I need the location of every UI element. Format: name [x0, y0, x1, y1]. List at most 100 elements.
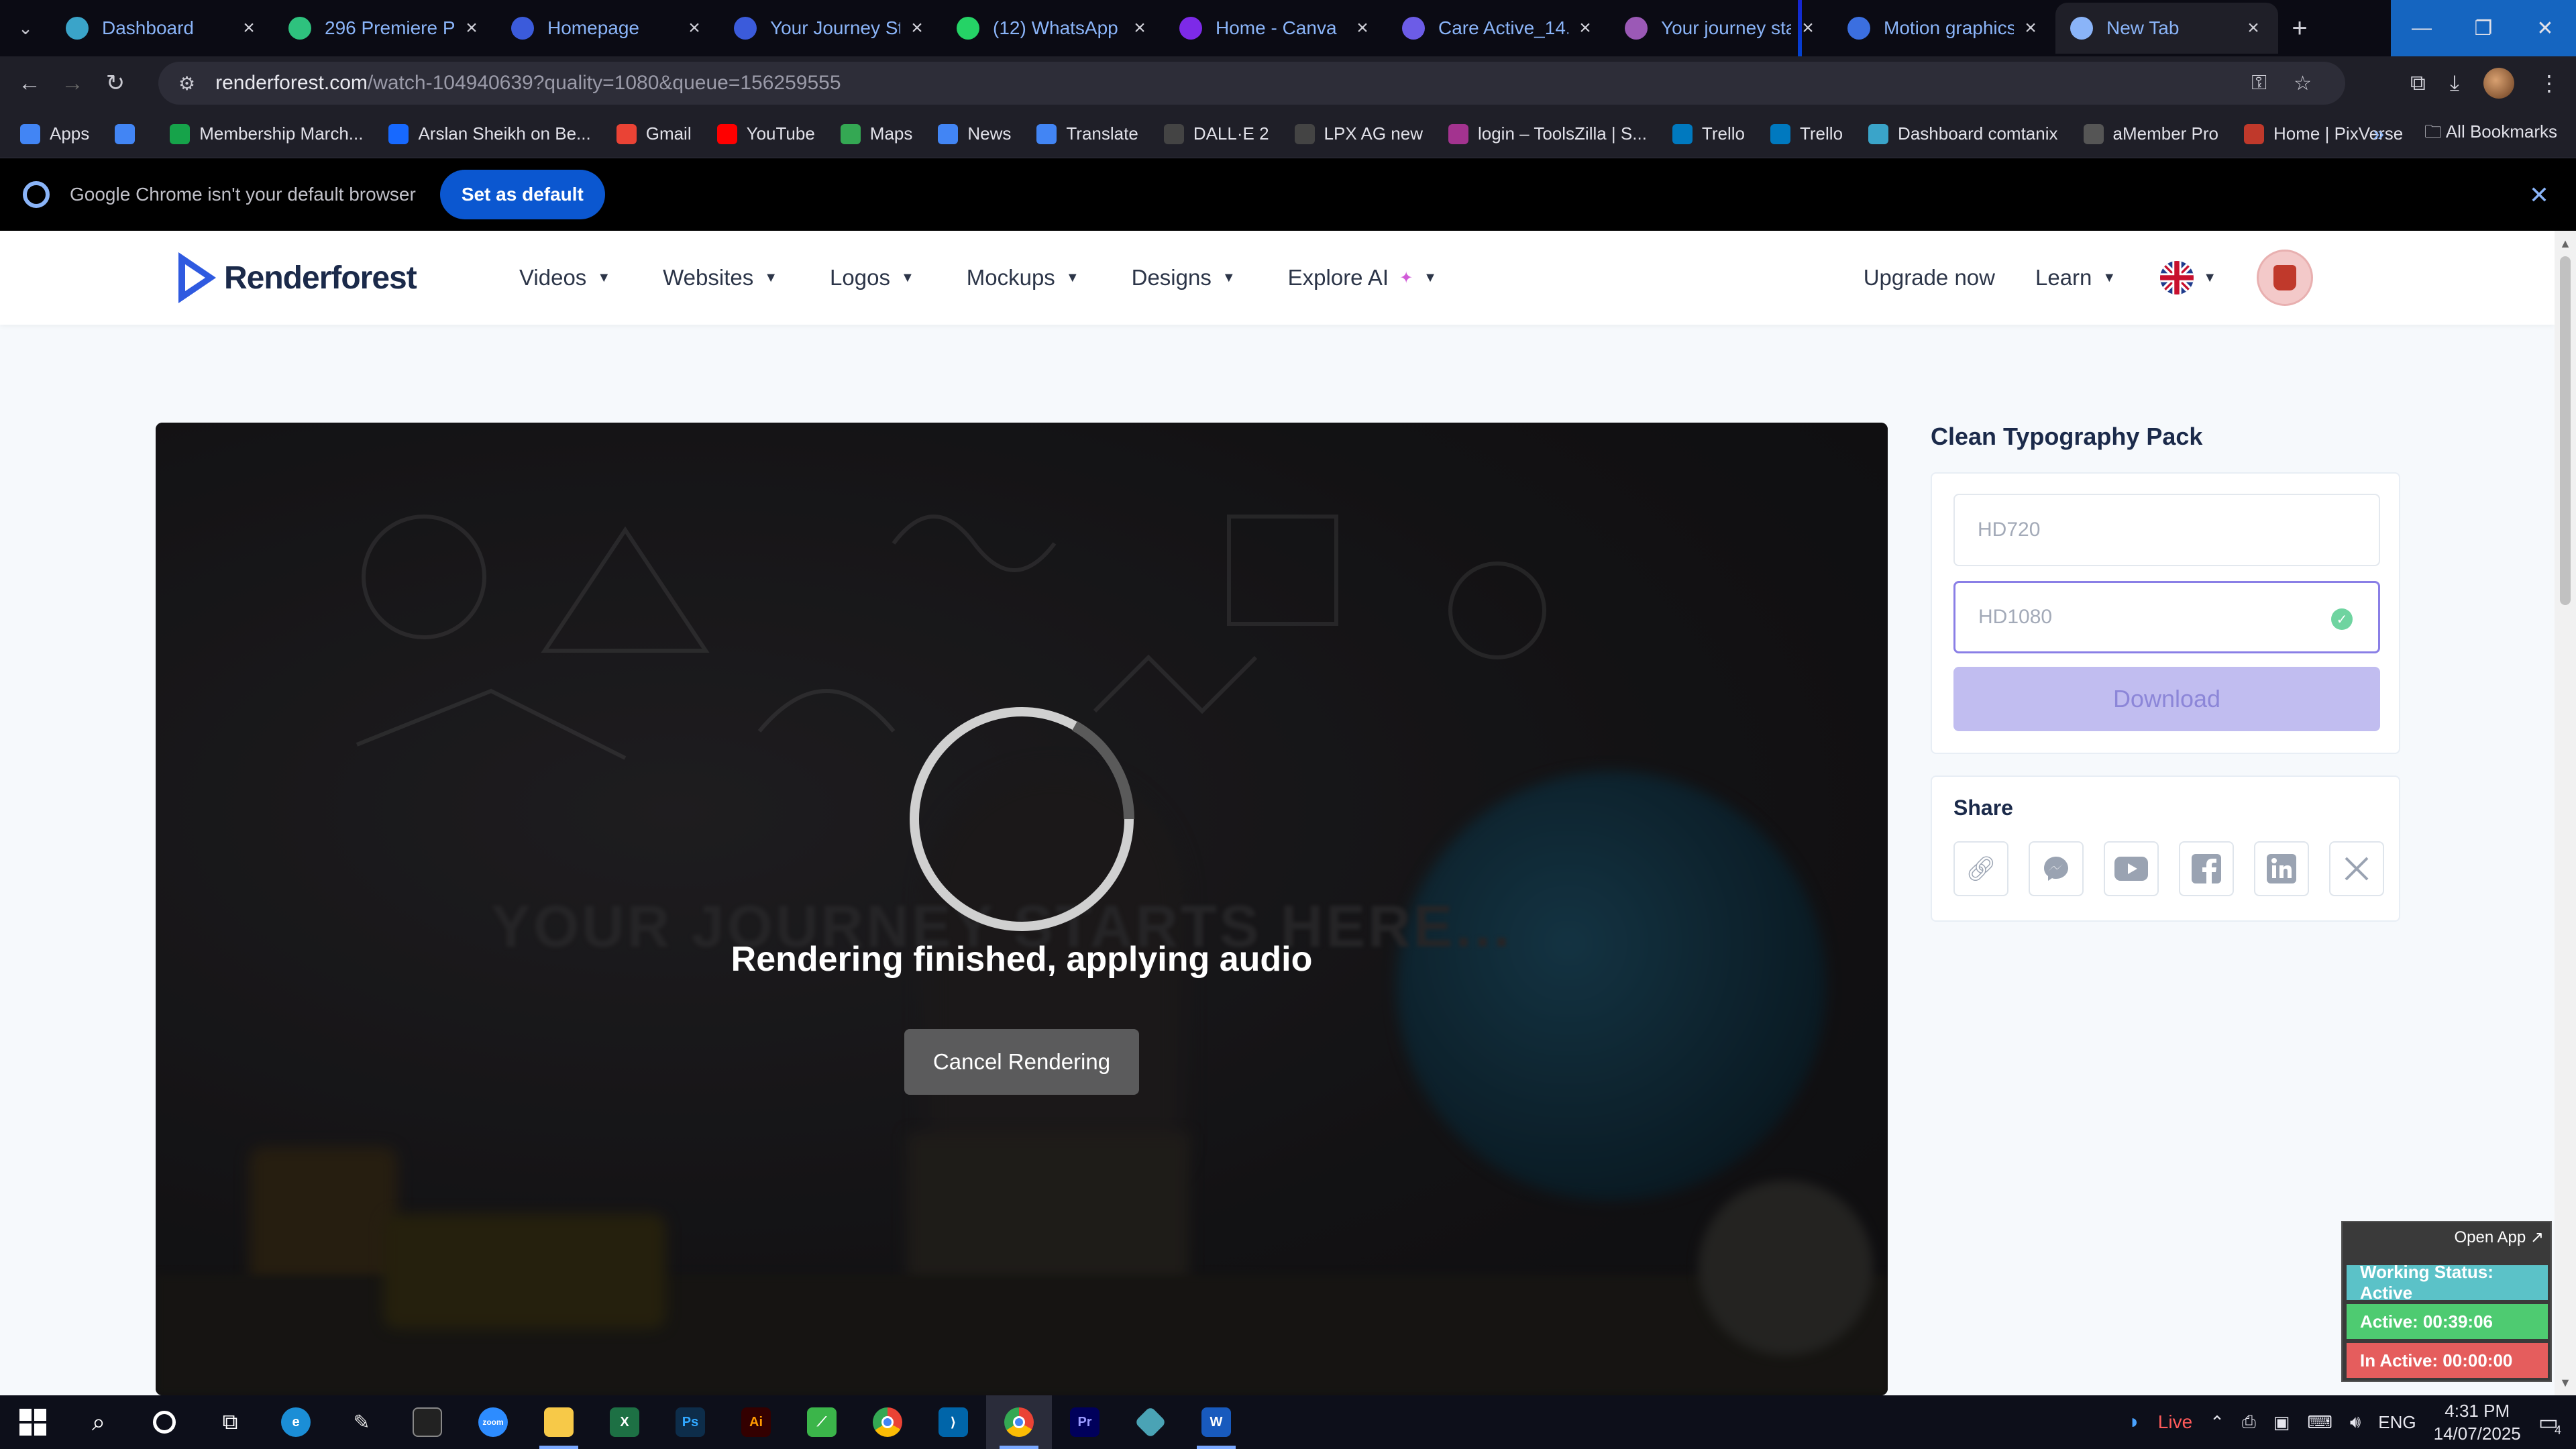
cancel-rendering-button[interactable]: Cancel Rendering [904, 1029, 1139, 1095]
bookmark-item[interactable]: Arslan Sheikh on Be... [388, 123, 591, 144]
nav-item-logos[interactable]: Logos ▼ [830, 265, 914, 290]
tab-close-icon[interactable]: × [462, 17, 482, 39]
menu-icon[interactable]: ⋮ [2538, 70, 2560, 96]
live-label[interactable]: Live [2158, 1411, 2192, 1433]
bookmark-item[interactable]: Trello [1672, 123, 1745, 144]
bookmark-item[interactable]: LPX AG new [1294, 123, 1423, 144]
bookmark-item[interactable] [115, 123, 144, 144]
tab-close-icon[interactable]: × [1575, 17, 1595, 39]
chrome-taskbar-icon[interactable] [855, 1395, 920, 1449]
app-icon[interactable] [1118, 1395, 1183, 1449]
start-button[interactable] [0, 1395, 66, 1449]
bookmark-item[interactable]: Apps [20, 123, 89, 144]
bookmark-item[interactable]: login – ToolsZilla | S... [1448, 123, 1647, 144]
minimize-button[interactable]: — [2391, 0, 2453, 56]
word-icon[interactable]: W [1183, 1395, 1249, 1449]
new-tab-button[interactable]: + [2278, 3, 2321, 54]
language-caret-icon[interactable]: ▼ [2203, 270, 2216, 286]
bookmark-item[interactable]: Maps [840, 123, 912, 144]
bookmark-item[interactable]: Translate [1036, 123, 1138, 144]
uk-flag-icon[interactable] [2160, 261, 2194, 294]
nav-item-explore-ai[interactable]: Explore AI ✦ ▼ [1288, 265, 1437, 290]
link-icon[interactable]: 🔗︎ [1953, 841, 2008, 896]
quality-option-hd1080[interactable]: HD1080 ✓ [1953, 581, 2380, 653]
tab-close-icon[interactable]: × [1352, 17, 1373, 39]
bookmark-star-icon[interactable]: ☆ [2294, 72, 2312, 95]
restore-button[interactable]: ❐ [2453, 0, 2514, 56]
x-icon[interactable] [2329, 841, 2384, 896]
chrome-active-icon[interactable] [986, 1395, 1052, 1449]
photoshop-icon[interactable]: Ps [657, 1395, 723, 1449]
address-bar[interactable]: ⚙ renderforest.com/watch-104940639?quali… [158, 62, 2345, 105]
scrollbar-thumb[interactable] [2560, 256, 2571, 605]
notifications-icon[interactable]: ▭ 4 [2538, 1409, 2561, 1437]
bookmark-item[interactable]: DALL·E 2 [1163, 123, 1269, 144]
tab-search-button[interactable]: ⌄ [11, 13, 40, 43]
facebook-icon[interactable] [2179, 841, 2234, 896]
live-icon[interactable]: ◗ [2129, 1411, 2141, 1434]
show-hidden-icons-icon[interactable]: ⌃ [2210, 1412, 2224, 1433]
excel-icon[interactable]: X [592, 1395, 657, 1449]
browser-tab[interactable]: 296 Premiere Pro × [274, 3, 496, 54]
bookmark-item[interactable]: YouTube [716, 123, 815, 144]
volume-icon[interactable]: 🔊︎ [2350, 1411, 2361, 1433]
browser-tab[interactable]: Home - Canva × [1165, 3, 1387, 54]
scroll-up-arrow-icon[interactable]: ▲ [2555, 233, 2576, 254]
browser-tab[interactable]: Motion graphics × [1833, 3, 2055, 54]
nav-item-mockups[interactable]: Mockups ▼ [967, 265, 1079, 290]
tab-close-icon[interactable]: × [684, 17, 704, 39]
browser-tab[interactable]: (12) WhatsApp × [942, 3, 1165, 54]
terminal-icon[interactable] [394, 1395, 460, 1449]
open-app-link[interactable]: Open App ↗ [2454, 1228, 2544, 1247]
profile-avatar[interactable] [2483, 68, 2514, 99]
all-bookmarks[interactable]: 🗀 All Bookmarks [2424, 119, 2557, 149]
taskbar-clock[interactable]: 4:31 PM 14/07/2025 [2434, 1399, 2521, 1445]
premiere-icon[interactable]: Pr [1052, 1395, 1118, 1449]
tab-close-icon[interactable]: × [2021, 17, 2041, 39]
bookmark-item[interactable]: Trello [1770, 123, 1843, 144]
tab-close-icon[interactable]: × [1130, 17, 1150, 39]
nav-item-websites[interactable]: Websites ▼ [663, 265, 777, 290]
browser-tab[interactable]: Care Active_14.7.2 × [1387, 3, 1610, 54]
downloads-icon[interactable]: ⤓ [2450, 70, 2459, 96]
green-app-icon[interactable]: ⟋ [789, 1395, 855, 1449]
tab-close-icon[interactable]: × [907, 17, 927, 39]
search-icon[interactable]: ⌕ [66, 1395, 131, 1449]
tab-close-icon[interactable]: × [2243, 17, 2263, 39]
browser-tab[interactable]: New Tab × [2055, 3, 2278, 54]
edge-icon[interactable]: e [263, 1395, 329, 1449]
network-icon[interactable]: ⌨ [2307, 1412, 2332, 1433]
download-button[interactable]: Download [1953, 667, 2380, 731]
user-avatar[interactable] [2257, 250, 2313, 306]
back-button[interactable]: ← [8, 62, 51, 105]
nav-item-designs[interactable]: Designs ▼ [1132, 265, 1236, 290]
more-bookmarks-chevron-icon[interactable]: » [2373, 123, 2384, 146]
nav-item-videos[interactable]: Videos ▼ [519, 265, 610, 290]
language-indicator[interactable]: ENG [2378, 1412, 2416, 1433]
close-window-button[interactable]: ✕ [2514, 0, 2576, 56]
camera-icon[interactable]: ⎙ [2242, 1411, 2256, 1433]
password-key-icon[interactable]: ⚿ [2251, 72, 2267, 95]
browser-tab[interactable]: Homepage × [496, 3, 719, 54]
cortana-icon[interactable] [131, 1395, 197, 1449]
reload-button[interactable]: ↻ [94, 62, 137, 105]
task-view-icon[interactable]: ⧉ [197, 1395, 263, 1449]
bookmark-item[interactable]: Membership March... [170, 123, 363, 144]
bookmark-item[interactable]: aMember Pro [2083, 123, 2218, 144]
upgrade-now-link[interactable]: Upgrade now [1864, 265, 1995, 290]
page-scrollbar[interactable]: ▲ ▼ [2555, 231, 2576, 1395]
pen-tool-icon[interactable]: ✎ [329, 1395, 394, 1449]
bookmark-item[interactable]: Gmail [616, 123, 692, 144]
file-explorer-icon[interactable] [526, 1395, 592, 1449]
set-as-default-button[interactable]: Set as default [439, 170, 605, 219]
zoom-icon[interactable]: zoom [460, 1395, 526, 1449]
scroll-down-arrow-icon[interactable]: ▼ [2555, 1373, 2576, 1393]
browser-tab[interactable]: Your Journey Star × [719, 3, 942, 54]
youtube-icon[interactable] [2104, 841, 2159, 896]
tab-close-icon[interactable]: × [239, 17, 259, 39]
browser-tab[interactable]: Dashboard × [51, 3, 274, 54]
linkedin-icon[interactable] [2254, 841, 2309, 896]
site-info-icon[interactable]: ⚙ [178, 72, 195, 95]
learn-menu[interactable]: Learn ▼ [2035, 265, 2116, 290]
bookmark-item[interactable]: News [938, 123, 1011, 144]
